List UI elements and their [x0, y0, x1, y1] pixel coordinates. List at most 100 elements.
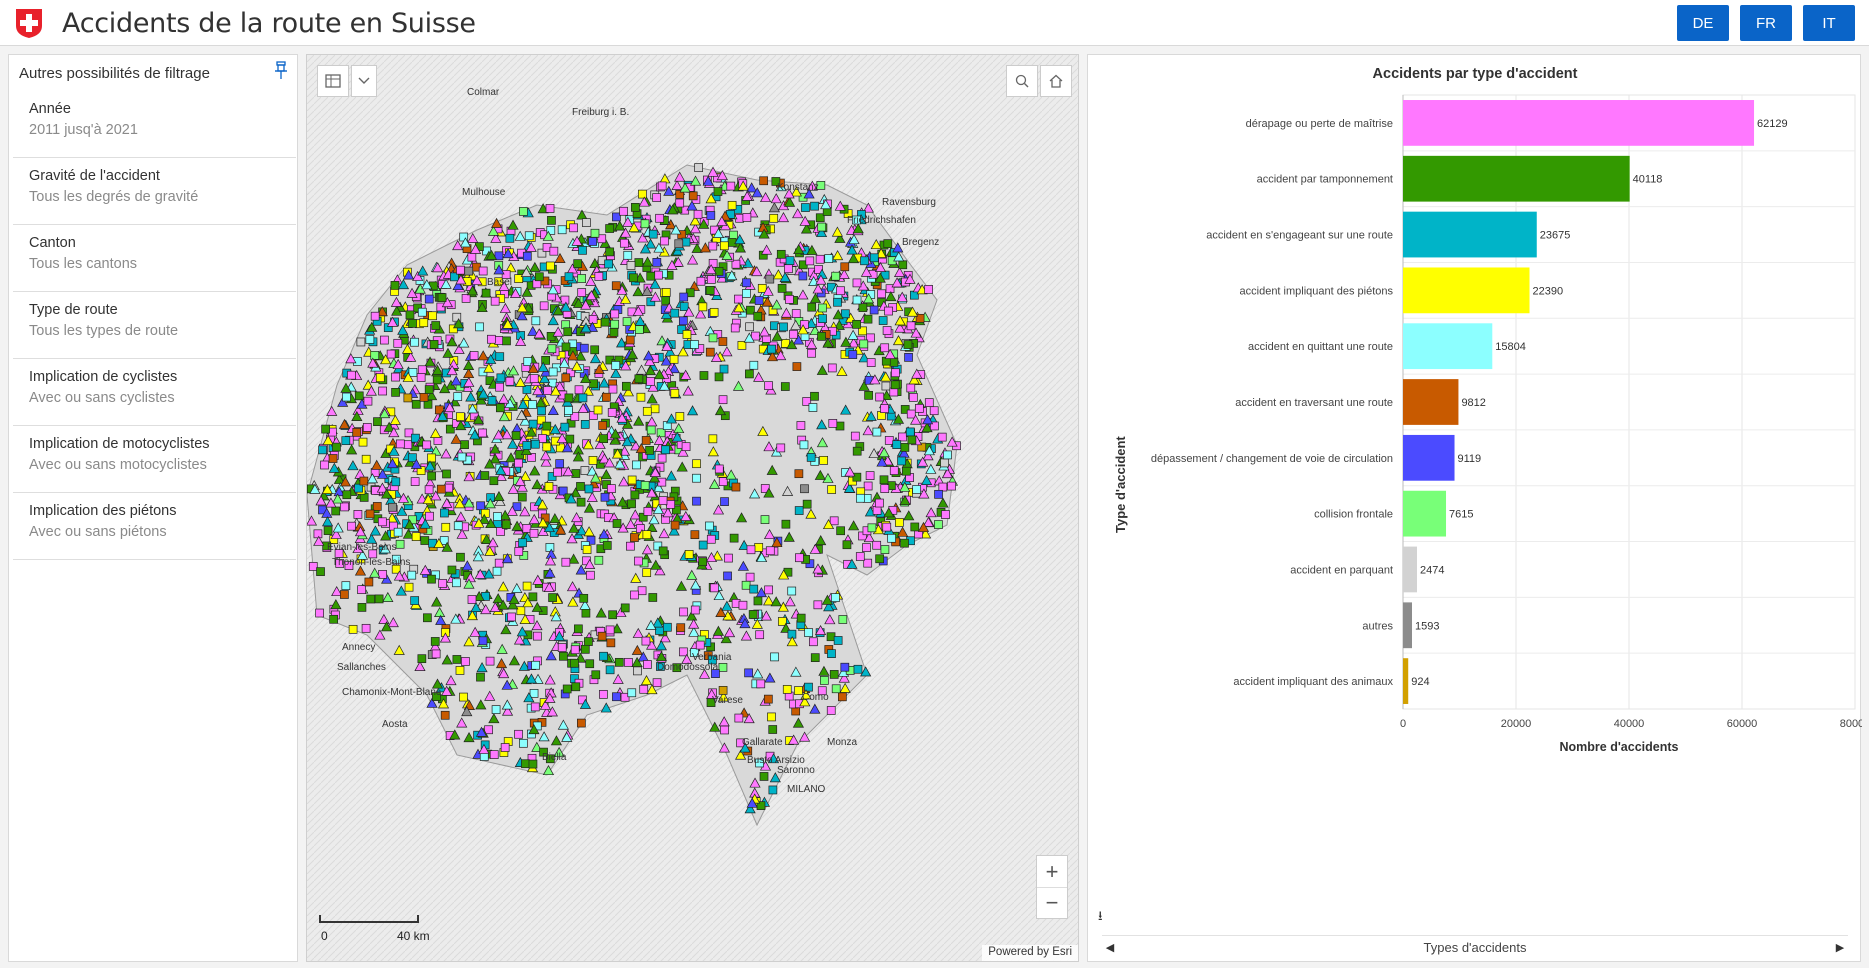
accident-marker[interactable]	[519, 207, 528, 216]
accident-marker[interactable]	[764, 585, 773, 595]
accident-marker[interactable]	[648, 229, 658, 239]
accident-marker[interactable]	[548, 593, 557, 602]
accident-marker[interactable]	[938, 482, 948, 492]
accident-marker[interactable]	[546, 261, 555, 271]
accident-marker[interactable]	[623, 250, 633, 260]
accident-marker[interactable]	[528, 419, 538, 429]
accident-marker[interactable]	[605, 665, 615, 675]
accident-marker[interactable]	[505, 376, 515, 386]
accident-marker[interactable]	[719, 241, 729, 251]
accident-marker[interactable]	[889, 357, 899, 367]
accident-marker[interactable]	[795, 553, 804, 563]
accident-marker[interactable]	[674, 239, 684, 249]
accident-marker[interactable]	[576, 482, 585, 491]
accident-marker[interactable]	[638, 189, 647, 199]
accident-marker[interactable]	[720, 725, 729, 735]
accident-marker[interactable]	[810, 201, 819, 211]
accident-marker[interactable]	[641, 636, 651, 646]
accident-marker[interactable]	[708, 434, 718, 444]
accident-marker[interactable]	[584, 637, 593, 646]
accident-marker[interactable]	[869, 253, 879, 263]
accident-marker[interactable]	[375, 373, 385, 383]
accident-marker[interactable]	[341, 581, 351, 591]
accident-marker[interactable]	[835, 421, 845, 431]
accident-marker[interactable]	[785, 295, 794, 304]
accident-marker[interactable]	[408, 453, 417, 463]
accident-marker[interactable]	[440, 508, 449, 518]
accident-marker[interactable]	[519, 738, 528, 748]
accident-marker[interactable]	[905, 427, 915, 437]
accident-marker[interactable]	[589, 379, 598, 389]
accident-marker[interactable]	[641, 436, 651, 445]
accident-marker[interactable]	[469, 351, 479, 360]
accident-marker[interactable]	[819, 455, 828, 465]
accident-marker[interactable]	[756, 679, 766, 689]
accident-marker[interactable]	[408, 319, 417, 328]
accident-marker[interactable]	[875, 554, 884, 564]
accident-marker[interactable]	[424, 485, 434, 495]
filter-item-type-route[interactable]: Type de route Tous les types de route	[13, 292, 296, 359]
accident-marker[interactable]	[584, 484, 594, 494]
accident-marker[interactable]	[880, 404, 889, 413]
accident-marker[interactable]	[547, 216, 556, 225]
accident-marker[interactable]	[690, 530, 700, 540]
accident-marker[interactable]	[598, 421, 608, 430]
accident-marker[interactable]	[679, 647, 688, 657]
accident-marker[interactable]	[611, 281, 621, 291]
accident-marker[interactable]	[940, 458, 949, 468]
accident-marker[interactable]	[574, 385, 584, 395]
filter-item-canton[interactable]: Canton Tous les cantons	[13, 225, 296, 292]
accident-marker[interactable]	[753, 596, 763, 606]
accident-marker[interactable]	[807, 348, 816, 358]
accident-marker[interactable]	[599, 689, 608, 699]
accident-marker[interactable]	[577, 288, 587, 297]
accident-marker[interactable]	[516, 606, 526, 616]
accident-marker[interactable]	[610, 319, 620, 329]
accident-marker[interactable]	[593, 405, 603, 415]
accident-marker[interactable]	[634, 325, 644, 334]
accident-marker[interactable]	[353, 510, 363, 519]
accident-marker[interactable]	[478, 266, 488, 276]
accident-marker[interactable]	[780, 382, 790, 391]
accident-marker[interactable]	[377, 517, 387, 527]
accident-marker[interactable]	[768, 725, 778, 734]
accident-marker[interactable]	[478, 636, 488, 646]
accident-marker[interactable]	[852, 278, 862, 288]
accident-marker[interactable]	[585, 659, 595, 669]
accident-marker[interactable]	[840, 262, 850, 272]
accident-marker[interactable]	[522, 251, 532, 261]
accident-marker[interactable]	[779, 322, 788, 332]
filter-item-pietons[interactable]: Implication des piétons Avec ou sans pié…	[13, 493, 296, 560]
accident-marker[interactable]	[727, 200, 737, 210]
accident-marker[interactable]	[794, 506, 804, 515]
accident-marker[interactable]	[342, 392, 351, 402]
accident-marker[interactable]	[833, 297, 842, 307]
accident-marker[interactable]	[895, 518, 904, 527]
accident-marker[interactable]	[456, 265, 465, 275]
accident-marker[interactable]	[456, 552, 465, 562]
accident-marker[interactable]	[679, 607, 688, 617]
accident-marker[interactable]	[696, 276, 706, 286]
accident-marker[interactable]	[836, 526, 846, 536]
accident-marker[interactable]	[852, 295, 862, 305]
accident-marker[interactable]	[906, 409, 916, 419]
accident-marker[interactable]	[879, 475, 889, 485]
accident-marker[interactable]	[833, 636, 843, 645]
accident-marker[interactable]	[496, 373, 506, 383]
accident-marker[interactable]	[605, 625, 615, 635]
accident-marker[interactable]	[620, 603, 630, 613]
accident-marker[interactable]	[755, 630, 765, 640]
accident-marker[interactable]	[681, 237, 691, 247]
accident-marker[interactable]	[742, 213, 752, 222]
accident-marker[interactable]	[444, 483, 454, 493]
accident-marker[interactable]	[875, 498, 884, 508]
accident-marker[interactable]	[891, 368, 900, 378]
accident-marker[interactable]	[480, 471, 490, 480]
accident-marker[interactable]	[829, 670, 839, 679]
accident-marker[interactable]	[395, 439, 405, 449]
accident-marker[interactable]	[391, 372, 400, 382]
accident-marker[interactable]	[838, 615, 848, 624]
accident-marker[interactable]	[626, 541, 635, 551]
language-button-de[interactable]: DE	[1677, 5, 1729, 41]
accident-marker[interactable]	[818, 303, 827, 313]
